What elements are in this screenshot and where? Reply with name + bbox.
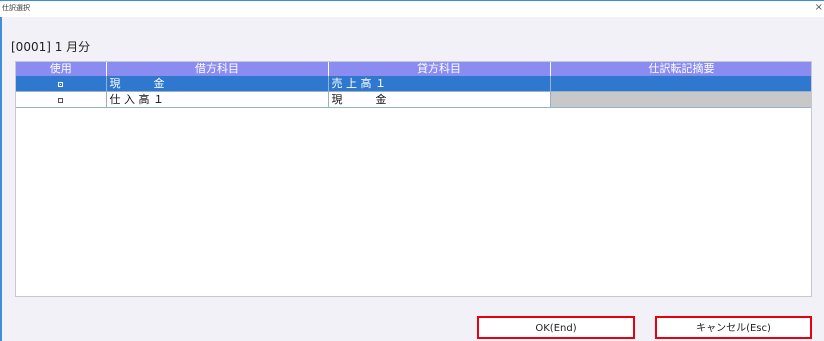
journal-grid[interactable]: 使用 借方科目 貸方科目 仕訳転記摘要 現 金 売 上 高 １ 仕 入 高 １ … (15, 61, 812, 297)
debit-cell[interactable]: 仕 入 高 １ (106, 91, 329, 108)
journal-table: 使用 借方科目 貸方科目 仕訳転記摘要 現 金 売 上 高 １ 仕 入 高 １ … (16, 62, 811, 108)
journal-select-dialog: 仕訳選択 × [0001] 1 月分 使用 借方科目 貸方科目 仕訳転記摘要 現… (0, 0, 824, 341)
cancel-button[interactable]: キャンセル(Esc) (655, 316, 812, 339)
table-row[interactable]: 仕 入 高 １ 現 金 (16, 91, 811, 108)
table-row[interactable]: 現 金 売 上 高 １ (16, 76, 811, 92)
close-icon[interactable]: × (815, 1, 823, 15)
table-header-row: 使用 借方科目 貸方科目 仕訳転記摘要 (16, 62, 811, 76)
title-bar: 仕訳選択 × (0, 0, 824, 17)
column-header-credit[interactable]: 貸方科目 (328, 62, 551, 76)
use-cell[interactable] (16, 91, 107, 108)
memo-cell[interactable] (550, 91, 811, 108)
credit-cell[interactable]: 現 金 (328, 91, 551, 108)
column-header-use[interactable]: 使用 (16, 62, 107, 76)
column-header-debit[interactable]: 借方科目 (106, 62, 329, 76)
window-border (0, 17, 2, 341)
month-label: [0001] 1 月分 (11, 40, 91, 54)
column-header-memo[interactable]: 仕訳転記摘要 (550, 62, 811, 76)
use-checkbox[interactable] (58, 81, 64, 87)
debit-cell[interactable]: 現 金 (106, 76, 329, 92)
window-title: 仕訳選択 (2, 4, 30, 12)
use-cell[interactable] (16, 76, 107, 92)
memo-cell[interactable] (550, 76, 811, 92)
credit-cell[interactable]: 売 上 高 １ (328, 76, 551, 92)
use-checkbox[interactable] (58, 97, 64, 103)
ok-button[interactable]: OK(End) (477, 316, 635, 339)
